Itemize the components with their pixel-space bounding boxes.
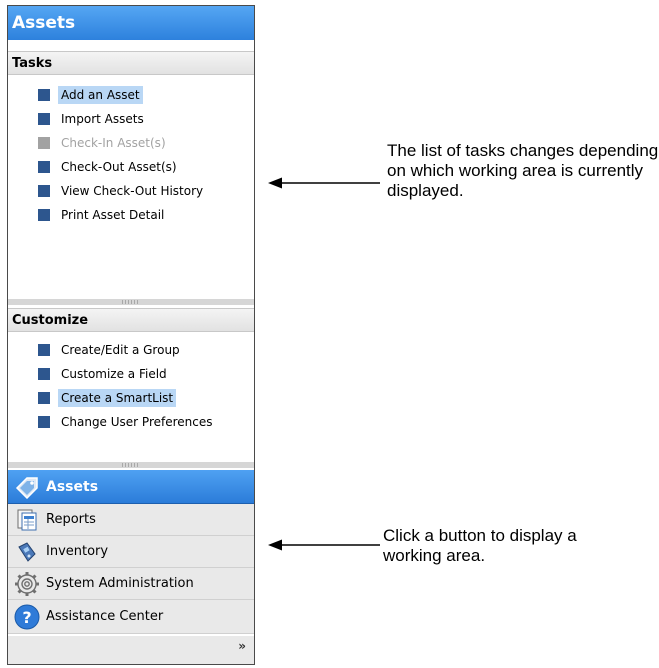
- panel-title: Assets: [8, 6, 254, 40]
- task-bullet-icon: [38, 137, 50, 149]
- task-bullet-icon: [38, 89, 50, 101]
- task-print-asset-detail[interactable]: Print Asset Detail: [38, 203, 238, 227]
- nav-button-label: Assistance Center: [46, 609, 164, 624]
- task-bullet-icon: [38, 185, 50, 197]
- task-view-check-out-history[interactable]: View Check-Out History: [38, 179, 238, 203]
- task-change-user-preferences[interactable]: Change User Preferences: [38, 410, 238, 434]
- task-label: Print Asset Detail: [61, 208, 165, 222]
- task-label: Add an Asset: [58, 86, 143, 104]
- task-check-in-assets: Check-In Asset(s): [38, 131, 238, 155]
- reports-icon: [14, 507, 40, 533]
- task-label: Import Assets: [61, 112, 144, 126]
- task-bullet-icon: [38, 161, 50, 173]
- customize-splitter[interactable]: [8, 462, 254, 468]
- tasks-annotation-text: The list of tasks changes depending on w…: [387, 141, 659, 200]
- task-bullet-icon: [38, 416, 50, 428]
- nav-button-label: Inventory: [46, 544, 109, 559]
- tasks-list: Add an Asset Import Assets Check-In Asse…: [38, 83, 238, 227]
- customize-header: Customize: [8, 308, 254, 332]
- assets-tag-icon: [14, 474, 40, 500]
- task-bullet-icon: [38, 113, 50, 125]
- task-label: Check-Out Asset(s): [61, 160, 177, 174]
- task-label: Create a SmartList: [58, 389, 177, 407]
- buttons-callout-arrow-icon: [268, 539, 380, 551]
- tasks-header: Tasks: [8, 51, 254, 75]
- task-label: Create/Edit a Group: [61, 343, 180, 357]
- task-label: Change User Preferences: [61, 415, 213, 429]
- task-check-out-assets[interactable]: Check-Out Asset(s): [38, 155, 238, 179]
- tasks-splitter[interactable]: [8, 299, 254, 305]
- nav-button-assistance-center[interactable]: ? Assistance Center: [8, 600, 254, 634]
- task-bullet-icon: [38, 209, 50, 221]
- task-bullet-icon: [38, 392, 50, 404]
- nav-button-system-administration[interactable]: System Administration: [8, 568, 254, 600]
- button-overflow-strip: »: [8, 636, 254, 664]
- inventory-scanner-icon: [14, 539, 40, 565]
- task-label: View Check-Out History: [61, 184, 204, 198]
- task-label: Customize a Field: [61, 367, 167, 381]
- task-create-smartlist[interactable]: Create a SmartList: [38, 386, 238, 410]
- svg-text:?: ?: [22, 608, 31, 627]
- task-import-assets[interactable]: Import Assets: [38, 107, 238, 131]
- task-label: Check-In Asset(s): [61, 136, 166, 150]
- task-add-asset[interactable]: Add an Asset: [38, 83, 238, 107]
- nav-button-label: Assets: [46, 478, 99, 495]
- help-icon: ?: [14, 604, 40, 630]
- splitter-grip-icon: [122, 463, 138, 467]
- nav-button-label: System Administration: [46, 576, 194, 591]
- nav-button-reports[interactable]: Reports: [8, 504, 254, 536]
- gear-icon: [14, 571, 40, 597]
- tasks-callout-arrow-icon: [268, 177, 380, 189]
- customize-list: Create/Edit a Group Customize a Field Cr…: [38, 338, 238, 434]
- nav-button-assets[interactable]: Assets: [8, 470, 254, 504]
- task-bullet-icon: [38, 344, 50, 356]
- nav-button-label: Reports: [46, 512, 96, 527]
- task-bullet-icon: [38, 368, 50, 380]
- buttons-annotation-text: Click a button to display a working area…: [383, 526, 577, 565]
- nav-button-inventory[interactable]: Inventory: [8, 536, 254, 568]
- task-customize-field[interactable]: Customize a Field: [38, 362, 238, 386]
- navigation-panel: Assets Tasks Add an Asset Import Assets …: [7, 5, 255, 665]
- overflow-chevron-icon[interactable]: »: [238, 640, 246, 652]
- splitter-grip-icon: [122, 300, 138, 304]
- task-create-edit-group[interactable]: Create/Edit a Group: [38, 338, 238, 362]
